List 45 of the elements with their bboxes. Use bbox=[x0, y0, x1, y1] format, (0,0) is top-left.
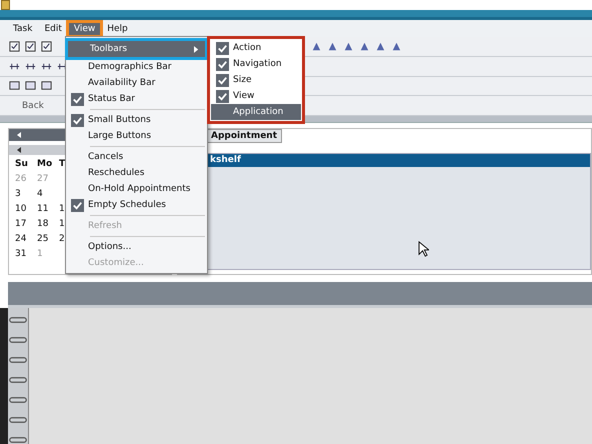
calendar-day[interactable]: 25 bbox=[37, 234, 59, 244]
weekday-label: T bbox=[59, 159, 66, 170]
app-icon bbox=[1, 0, 10, 10]
panel-title: kshelf bbox=[209, 155, 241, 166]
menu-item[interactable]: Edit bbox=[39, 22, 67, 35]
cursor-icon bbox=[418, 241, 429, 257]
calendar-day[interactable]: 18 bbox=[37, 219, 59, 230]
menu-item[interactable]: View bbox=[68, 22, 100, 35]
menu-item[interactable]: Action bbox=[211, 40, 301, 56]
calendar-day[interactable]: 4 bbox=[37, 189, 59, 200]
menu-item[interactable]: Large Buttons bbox=[66, 128, 207, 144]
menu-item[interactable]: Help bbox=[102, 22, 133, 35]
toolbar-icon[interactable] bbox=[40, 40, 53, 54]
toolbar-icon[interactable] bbox=[8, 40, 21, 54]
menu-item[interactable]: Task bbox=[8, 22, 38, 35]
menu-item[interactable]: On-Hold Appointments bbox=[66, 181, 207, 197]
menu-item[interactable]: Status Bar bbox=[66, 91, 207, 107]
menu-item[interactable]: Toolbars bbox=[68, 41, 205, 57]
menu-item[interactable]: View bbox=[211, 88, 301, 104]
menu-item[interactable]: Availability Bar bbox=[66, 75, 207, 91]
calendar-day[interactable]: 10 bbox=[15, 204, 37, 214]
previous-icon[interactable] bbox=[17, 146, 21, 153]
weekday-label: Mo bbox=[37, 159, 54, 170]
toolbar-icon[interactable] bbox=[8, 79, 21, 92]
calendar-day[interactable]: 11 bbox=[37, 204, 59, 214]
calendar-day[interactable]: 31 bbox=[15, 249, 37, 260]
menu-item[interactable]: Size bbox=[211, 72, 301, 88]
menu-item[interactable]: Empty Schedules bbox=[66, 197, 207, 213]
calendar-day[interactable]: 3 bbox=[15, 189, 37, 200]
menu-item[interactable]: Demographics Bar bbox=[66, 59, 207, 75]
toolbar-icon[interactable] bbox=[24, 40, 37, 54]
menu-item[interactable]: Small Buttons bbox=[66, 112, 207, 128]
menu-item[interactable]: Reschedules bbox=[66, 165, 207, 181]
back-button[interactable]: Back bbox=[8, 100, 48, 111]
toolbar-icon[interactable] bbox=[24, 79, 37, 92]
menu-item[interactable]: Options... bbox=[66, 239, 207, 255]
tab[interactable]: Appointment bbox=[206, 128, 282, 143]
toolbar-icon[interactable] bbox=[40, 79, 53, 92]
menu-item[interactable]: Navigation bbox=[211, 56, 301, 72]
menu-item[interactable]: Application bbox=[211, 104, 301, 120]
weekday-label: Su bbox=[15, 159, 29, 170]
calendar-day[interactable]: 24 bbox=[15, 234, 37, 244]
calendar-day[interactable]: 17 bbox=[15, 219, 37, 230]
menu-item[interactable]: Cancels bbox=[66, 149, 207, 165]
submenu-arrow-icon bbox=[194, 46, 199, 52]
